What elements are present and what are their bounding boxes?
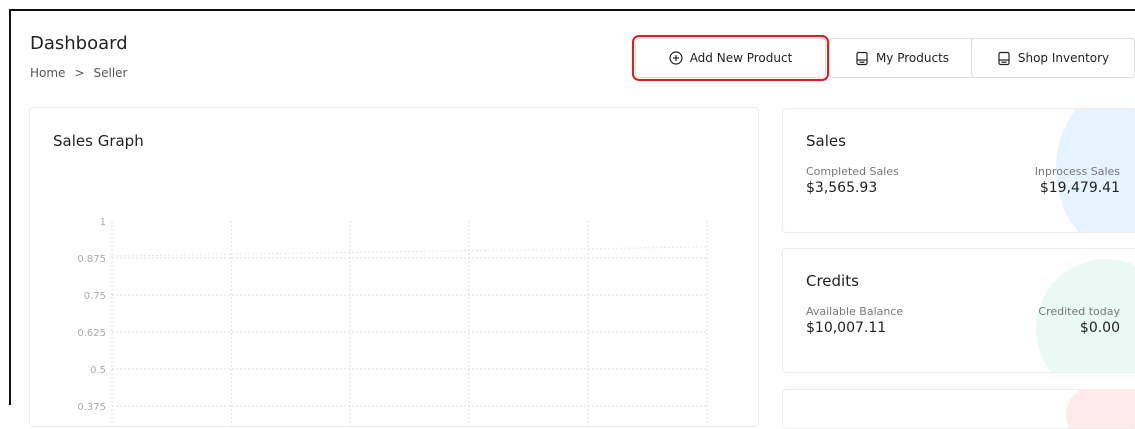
- credited-today-value: $0.00: [1079, 320, 1120, 336]
- y-tick-label: 0.875: [77, 254, 106, 265]
- document-icon: [856, 51, 868, 65]
- my-products-button[interactable]: My Products: [829, 38, 975, 78]
- sales-title: Sales: [806, 132, 846, 150]
- y-tick-label: 1: [100, 217, 106, 228]
- available-balance-label: Available Balance: [806, 305, 904, 318]
- series-line: [111, 246, 708, 257]
- document-icon: [998, 51, 1010, 65]
- y-tick-label: 0.5: [90, 365, 106, 376]
- inprocess-sales-value: $19,479.41: [1039, 180, 1120, 196]
- add-new-product-button[interactable]: Add New Product: [632, 35, 829, 81]
- third-card-decoration: [1066, 390, 1135, 428]
- my-products-label: My Products: [875, 51, 950, 65]
- completed-sales-label: Completed Sales: [806, 165, 899, 178]
- sales-card: Sales Completed Sales $3,565.93 Inproces…: [782, 108, 1135, 233]
- page-title: Dashboard: [30, 33, 128, 54]
- breadcrumb-seller: Seller: [93, 66, 128, 80]
- sales-graph-chart: 1 0.875 0.75 0.625 0.5 0.375: [77, 217, 708, 426]
- credits-card: Credits Available Balance $10,007.11 Cre…: [782, 248, 1135, 373]
- plus-circle-icon: [669, 51, 683, 65]
- y-tick-label: 0.625: [77, 328, 106, 339]
- breadcrumb: Home > Seller: [30, 66, 127, 80]
- credited-today-label: Credited today: [1038, 305, 1120, 318]
- third-stat-card: [782, 389, 1135, 429]
- sales-graph-card: Sales Graph 1 0.875 0.75 0.625 0.5 0.375: [29, 107, 759, 427]
- available-balance-value: $10,007.11: [806, 320, 887, 336]
- breadcrumb-home[interactable]: Home: [30, 66, 65, 80]
- shop-inventory-label: Shop Inventory: [1017, 51, 1110, 65]
- completed-sales-value: $3,565.93: [806, 180, 878, 196]
- credits-title: Credits: [806, 272, 859, 290]
- shop-inventory-button[interactable]: Shop Inventory: [971, 38, 1135, 78]
- breadcrumb-separator: >: [74, 66, 85, 80]
- y-tick-label: 0.375: [77, 402, 106, 413]
- page-frame: Dashboard Home > Seller Add New Product …: [9, 9, 1135, 429]
- add-new-product-label: Add New Product: [689, 51, 793, 65]
- inprocess-sales-label: Inprocess Sales: [1034, 165, 1120, 178]
- y-tick-label: 0.75: [84, 291, 106, 302]
